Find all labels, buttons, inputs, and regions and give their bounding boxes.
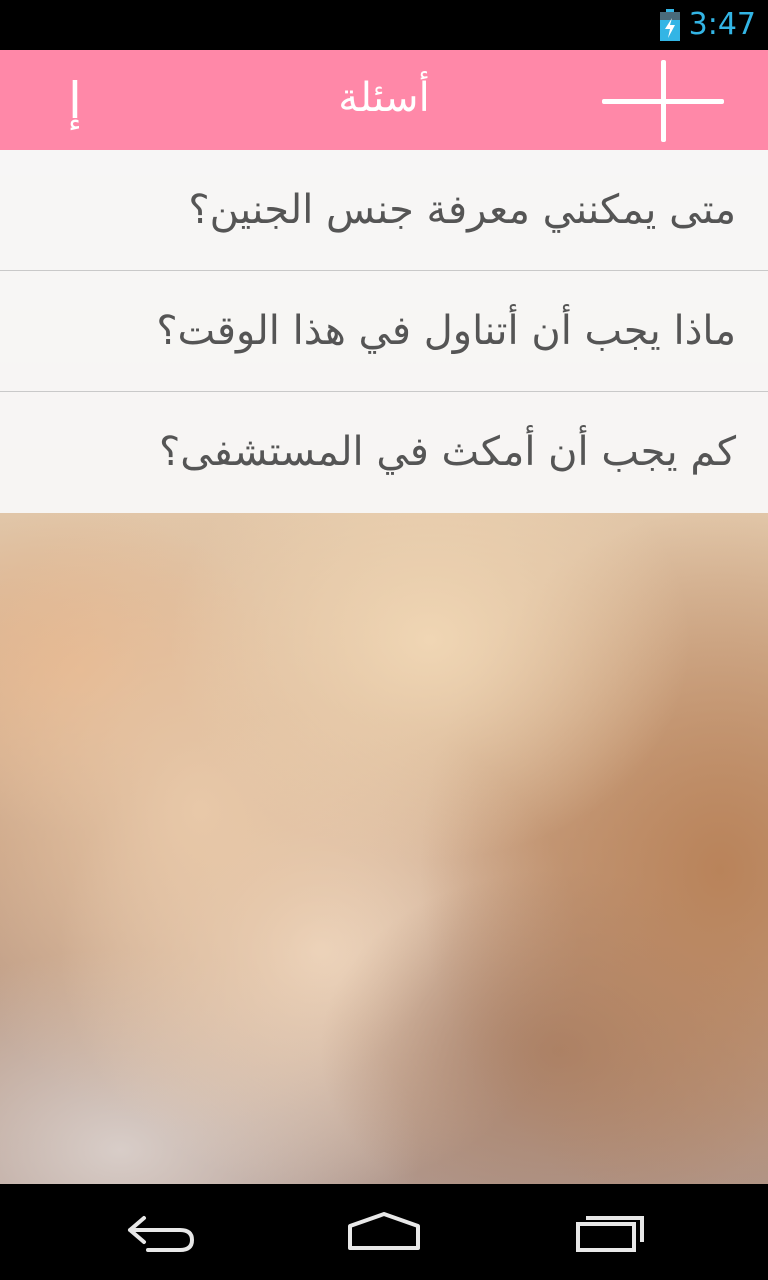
home-icon[interactable] — [342, 1208, 426, 1256]
question-text: كم يجب أن أمكث في المستشفى؟ — [159, 429, 736, 475]
list-item[interactable]: كم يجب أن أمكث في المستشفى؟ — [0, 392, 768, 513]
list-item[interactable]: ماذا يجب أن أتناول في هذا الوقت؟ — [0, 271, 768, 392]
question-text: متى يمكنني معرفة جنس الجنين؟ — [188, 187, 736, 233]
list-item[interactable]: متى يمكنني معرفة جنس الجنين؟ — [0, 150, 768, 271]
question-text: ماذا يجب أن أتناول في هذا الوقت؟ — [156, 308, 736, 354]
navigation-bar — [0, 1184, 768, 1280]
back-arrow-icon[interactable] — [120, 1208, 200, 1256]
question-list: متى يمكنني معرفة جنس الجنين؟ ماذا يجب أن… — [0, 150, 768, 513]
battery-charging-icon — [660, 9, 680, 41]
add-button[interactable] — [598, 58, 728, 144]
screen: 3:47 إ أسئلة متى يمكنني معرفة جنس الجنين… — [0, 0, 768, 1280]
status-bar: 3:47 — [0, 0, 768, 50]
recent-apps-icon[interactable] — [570, 1208, 650, 1256]
status-clock: 3:47 — [688, 7, 756, 42]
action-bar: إ أسئلة — [0, 50, 768, 150]
